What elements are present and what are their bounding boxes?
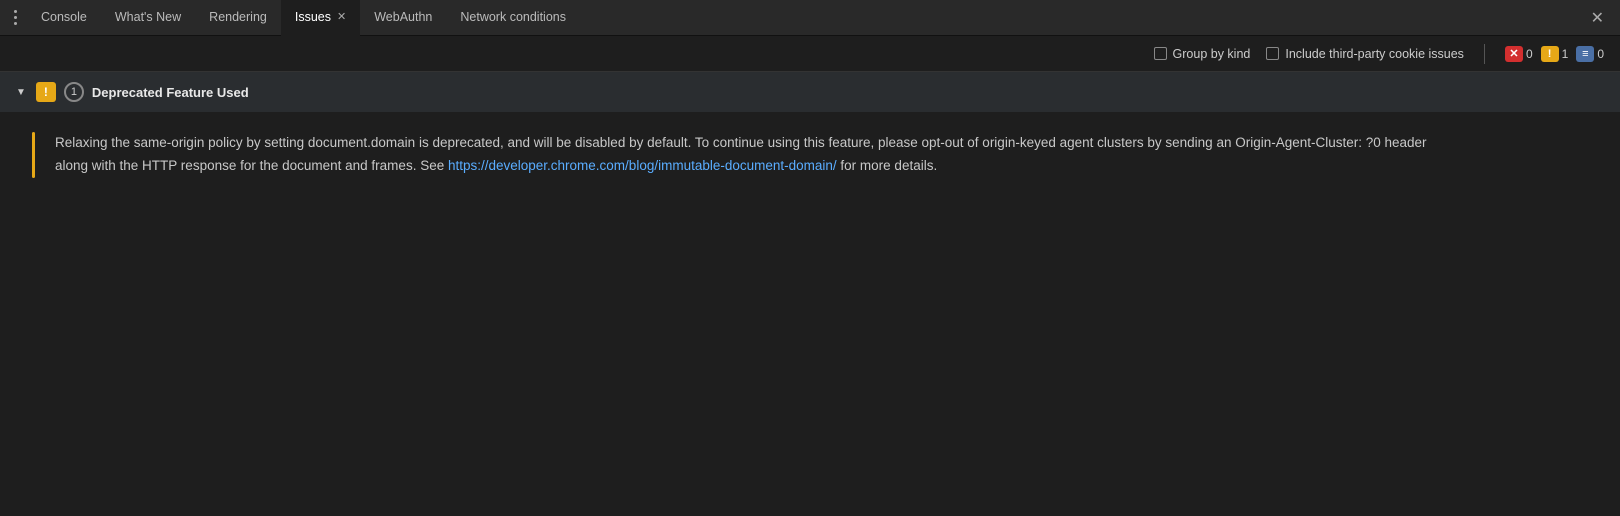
error-count: 0 (1526, 47, 1533, 61)
tab-bar: Console What's New Rendering Issues ✕ We… (0, 0, 1620, 36)
issue-counts: ✕ 0 ! 1 ≡ 0 (1505, 46, 1604, 62)
issue-title: Deprecated Feature Used (92, 85, 249, 100)
issue-severity-bar (32, 132, 35, 178)
tab-rendering[interactable]: Rendering (195, 0, 281, 36)
tab-console[interactable]: Console (27, 0, 101, 36)
issue-warning-icon: ! (36, 82, 56, 102)
error-icon: ✕ (1505, 46, 1523, 62)
include-third-party-toggle[interactable]: Include third-party cookie issues (1266, 47, 1464, 61)
include-third-party-checkbox[interactable] (1266, 47, 1279, 60)
expand-chevron-icon: ▼ (16, 87, 26, 98)
tab-issues[interactable]: Issues ✕ (281, 0, 360, 36)
toolbar-divider (1484, 44, 1485, 64)
issue-header-deprecated-feature[interactable]: ▼ ! 1 Deprecated Feature Used (0, 72, 1620, 112)
warning-icon: ! (1541, 46, 1559, 62)
group-by-kind-label: Group by kind (1173, 47, 1251, 61)
warning-count: 1 (1562, 47, 1569, 61)
info-badge[interactable]: ≡ 0 (1576, 46, 1604, 62)
info-icon: ≡ (1576, 46, 1594, 62)
error-badge[interactable]: ✕ 0 (1505, 46, 1533, 62)
issue-count-badge: 1 (64, 82, 84, 102)
group-by-kind-checkbox[interactable] (1154, 47, 1167, 60)
warning-badge[interactable]: ! 1 (1541, 46, 1569, 62)
issues-list: ▼ ! 1 Deprecated Feature Used Relaxing t… (0, 72, 1620, 202)
info-count: 0 (1597, 47, 1604, 61)
include-third-party-label: Include third-party cookie issues (1285, 47, 1464, 61)
close-issues-tab[interactable]: ✕ (337, 10, 346, 23)
issue-description: Relaxing the same-origin policy by setti… (55, 132, 1455, 178)
issues-toolbar: Group by kind Include third-party cookie… (0, 36, 1620, 72)
tab-network-conditions[interactable]: Network conditions (446, 0, 580, 36)
group-by-kind-toggle[interactable]: Group by kind (1154, 47, 1251, 61)
issue-link[interactable]: https://developer.chrome.com/blog/immuta… (448, 158, 837, 173)
tab-webauthn[interactable]: WebAuthn (360, 0, 446, 36)
more-tabs-button[interactable] (4, 10, 27, 25)
tab-whats-new[interactable]: What's New (101, 0, 195, 36)
issue-body: Relaxing the same-origin policy by setti… (0, 112, 1620, 202)
close-panel-button[interactable]: ✕ (1579, 8, 1616, 28)
